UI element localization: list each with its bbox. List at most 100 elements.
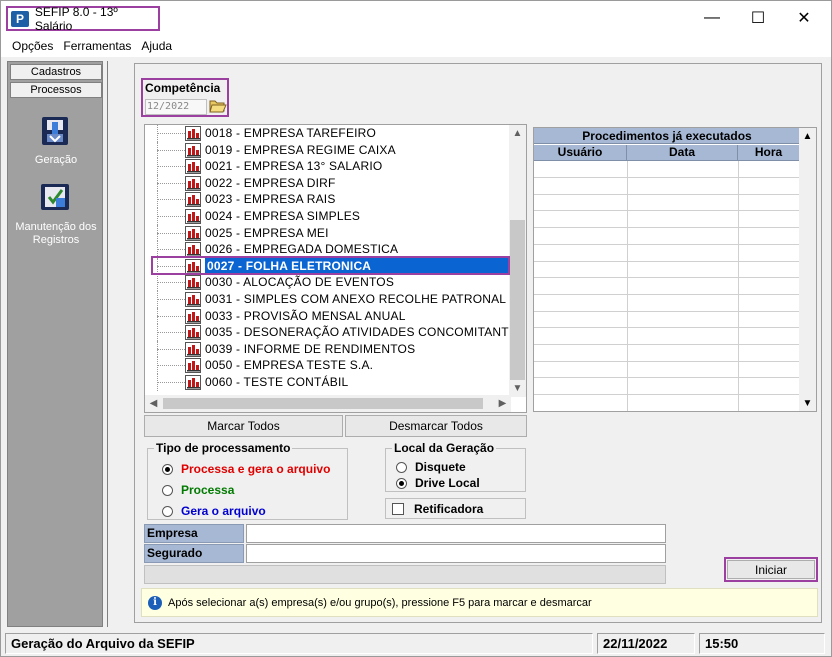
tree-connector: [157, 224, 185, 242]
scroll-up-icon[interactable]: ▲: [509, 125, 526, 142]
radio-generate-file-dot[interactable]: [162, 505, 173, 517]
radio-process[interactable]: Processa: [162, 483, 234, 497]
grid-scroll-down-icon[interactable]: ▼: [799, 395, 816, 411]
tree-item[interactable]: 0060 - TESTE CONTÁBIL: [145, 374, 511, 391]
company-icon: [185, 209, 201, 224]
tree-item[interactable]: 0039 - INFORME DE RENDIMENTOS: [145, 340, 511, 358]
sidebar-item-manutencao[interactable]: Manutenção dos Registros: [8, 221, 104, 247]
tree-item[interactable]: 0021 - EMPRESA 13° SALARIO: [145, 158, 511, 175]
grid-header-usuario[interactable]: Usuário: [534, 145, 627, 161]
tree-item-label: 0039 - INFORME DE RENDIMENTOS: [205, 341, 416, 356]
tree-connector: [157, 324, 185, 341]
generate-icon[interactable]: [38, 114, 72, 148]
tree-item[interactable]: 0019 - EMPRESA REGIME CAIXA: [145, 141, 511, 159]
tab-cadastros[interactable]: Cadastros: [10, 64, 102, 80]
sidebar: Cadastros Processos Geração Manutenção d…: [7, 61, 103, 627]
company-icon: [185, 159, 201, 175]
scroll-left-icon[interactable]: ◀: [145, 395, 162, 412]
tree-connector: [157, 191, 185, 208]
retificadora-checkbox[interactable]: Retificadora: [385, 498, 526, 519]
tree-vertical-scrollbar[interactable]: ▲ ▼: [509, 125, 526, 397]
grid-vertical-scrollbar[interactable]: ▲ ▼: [799, 128, 816, 411]
grid-header-hora[interactable]: Hora: [738, 145, 800, 161]
grid-scroll-up-icon[interactable]: ▲: [799, 128, 816, 145]
radio-disquete-dot[interactable]: [396, 461, 407, 473]
tree-item[interactable]: 0024 - EMPRESA SIMPLES: [145, 208, 511, 225]
grid-header-data[interactable]: Data: [627, 145, 738, 161]
grid-col-divider: [627, 161, 628, 411]
radio-drive-local[interactable]: Drive Local: [396, 476, 480, 490]
segurado-field[interactable]: [246, 544, 666, 563]
title-bar: P SEFIP 8.0 - 13º Salário — ☐ ✕: [1, 1, 831, 35]
mark-all-button[interactable]: Marcar Todos: [144, 415, 343, 437]
start-button[interactable]: Iniciar: [727, 560, 815, 579]
tree-connector: [157, 340, 185, 358]
folder-open-icon[interactable]: [209, 98, 227, 114]
minimize-button[interactable]: —: [689, 1, 735, 35]
tree-connector: [157, 274, 185, 291]
tree-item[interactable]: 0018 - EMPRESA TAREFEIRO: [145, 125, 511, 142]
radio-disquete[interactable]: Disquete: [396, 460, 466, 474]
tree-item-label: 0018 - EMPRESA TAREFEIRO: [205, 126, 377, 140]
tree-hscroll-thumb[interactable]: [163, 398, 483, 409]
generation-location-group: Local da Geração Disquete Drive Local: [385, 441, 526, 492]
tree-horizontal-scrollbar[interactable]: ◀ ▶: [145, 395, 511, 412]
selected-row-highlight: [151, 256, 510, 275]
menu-opcoes[interactable]: Opções: [7, 39, 58, 53]
info-text: Após selecionar a(s) empresa(s) e/ou gru…: [168, 596, 592, 609]
app-window: P SEFIP 8.0 - 13º Salário — ☐ ✕ Opções F…: [0, 0, 832, 657]
maintenance-icon[interactable]: [38, 180, 72, 214]
sidebar-item-geracao[interactable]: Geração: [8, 154, 104, 167]
tree-item-label: 0031 - SIMPLES COM ANEXO RECOLHE PATRONA…: [205, 292, 507, 306]
tree-item[interactable]: 0023 - EMPRESA RAIS: [145, 191, 511, 208]
company-icon: [185, 292, 201, 307]
retificadora-checkbox-box[interactable]: [392, 502, 404, 515]
competencia-label: Competência: [145, 81, 221, 95]
tree-item[interactable]: 0050 - EMPRESA TESTE S.A.: [145, 357, 511, 374]
radio-process-and-generate[interactable]: Processa e gera o arquivo: [162, 462, 330, 476]
tree-item-label: 0022 - EMPRESA DIRF: [205, 175, 336, 190]
company-icon: [185, 341, 201, 357]
grid-row-line: [534, 344, 800, 345]
tree-connector: [157, 357, 185, 374]
grid-row-line: [534, 360, 800, 362]
grid-row-line: [534, 243, 800, 245]
tab-processos[interactable]: Processos: [10, 82, 102, 98]
grid-row-line: [534, 310, 800, 312]
status-message: Geração do Arquivo da SEFIP: [5, 633, 593, 654]
tree-item-label: 0023 - EMPRESA RAIS: [205, 192, 336, 207]
tree-scroll-thumb[interactable]: [510, 220, 525, 380]
tree-item-label: 0060 - TESTE CONTÁBIL: [205, 375, 349, 389]
scroll-right-icon[interactable]: ▶: [494, 395, 511, 412]
empresa-field[interactable]: [246, 524, 666, 543]
window-title: SEFIP 8.0 - 13º Salário: [34, 4, 118, 33]
tree-connector: [157, 158, 185, 175]
company-icon: [185, 275, 201, 291]
unmark-all-button[interactable]: Desmarcar Todos: [345, 415, 527, 437]
tree-item[interactable]: 0030 - ALOCAÇÃO DE EVENTOS: [145, 274, 511, 291]
menu-ajuda[interactable]: Ajuda: [136, 39, 177, 53]
maximize-button[interactable]: ☐: [735, 1, 781, 35]
status-date: 22/11/2022: [597, 633, 695, 654]
radio-process-and-generate-dot[interactable]: [162, 463, 173, 475]
tree-item[interactable]: 0025 - EMPRESA MEI: [145, 224, 511, 242]
company-icon: [185, 142, 201, 158]
radio-generate-file[interactable]: Gera o arquivo: [162, 504, 266, 518]
tree-item[interactable]: 0022 - EMPRESA DIRF: [145, 174, 511, 192]
tree-item[interactable]: 0033 - PROVISÃO MENSAL ANUAL: [145, 307, 511, 325]
grid-row-line: [534, 394, 800, 396]
procedures-grid[interactable]: Procedimentos já executados Usuário Data…: [533, 127, 817, 412]
scroll-down-icon[interactable]: ▼: [509, 380, 526, 397]
radio-process-dot[interactable]: [162, 484, 173, 496]
tree-item[interactable]: 0035 - DESONERAÇÃO ATIVIDADES CONCOMITAN…: [145, 324, 525, 341]
competencia-input[interactable]: 12/2022: [145, 99, 207, 115]
tree-item-label: 0050 - EMPRESA TESTE S.A.: [205, 358, 374, 373]
close-button[interactable]: ✕: [781, 1, 827, 35]
tree-item-label: 0021 - EMPRESA 13° SALARIO: [205, 159, 383, 174]
menu-ferramentas[interactable]: Ferramentas: [58, 39, 136, 53]
radio-drive-local-dot[interactable]: [396, 477, 407, 489]
app-icon: P: [11, 10, 29, 27]
tree-connector: [157, 208, 185, 225]
tree-item[interactable]: 0031 - SIMPLES COM ANEXO RECOLHE PATRONA…: [145, 291, 511, 308]
info-bar: i Após selecionar a(s) empresa(s) e/ou g…: [141, 588, 818, 617]
